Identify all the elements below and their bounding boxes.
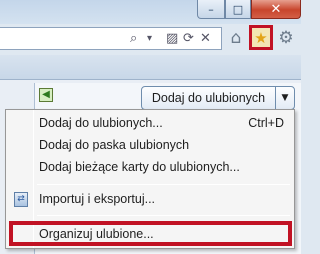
minimize-button[interactable]: –: [197, 0, 225, 19]
menu-item-label: Dodaj do ulubionych...: [39, 116, 163, 130]
menu-item-label: Importuj i eksportuj...: [39, 192, 156, 206]
menu-item-label: Dodaj do paska ulubionych: [39, 138, 190, 152]
add-to-favorites-dropdown-button[interactable]: ▼: [275, 86, 295, 110]
menu-item-label: Dodaj bieżące karty do ulubionych...: [39, 160, 240, 174]
favorites-star-icon[interactable]: ★: [249, 25, 273, 50]
compatibility-view-icon[interactable]: ▨: [166, 30, 178, 48]
address-bar[interactable]: ⌕ ▾ ▨ ⟳ ✕: [0, 27, 222, 50]
menu-item-import-export[interactable]: ⇄ Importuj i eksportuj...: [8, 188, 292, 210]
search-icon[interactable]: ⌕: [130, 30, 137, 48]
pin-panel-icon[interactable]: ◀: [39, 88, 53, 102]
menu-item-add-to-favorites-bar[interactable]: Dodaj do paska ulubionych: [8, 134, 292, 156]
menu-item-add-current-tabs[interactable]: Dodaj bieżące karty do ulubionych...: [8, 156, 292, 178]
maximize-button[interactable]: □: [225, 0, 251, 19]
menu-item-add-to-favorites[interactable]: Dodaj do ulubionych... Ctrl+D: [8, 112, 292, 134]
menu-separator: [37, 184, 290, 185]
add-to-favorites-button[interactable]: Dodaj do ulubionych: [141, 86, 276, 110]
menu-separator: [37, 215, 290, 216]
home-icon[interactable]: ⌂: [226, 27, 246, 49]
stop-icon[interactable]: ✕: [200, 30, 211, 48]
close-button[interactable]: ✕: [251, 0, 301, 19]
menu-item-shortcut: Ctrl+D: [248, 116, 284, 130]
organize-favorites-highlight: [9, 221, 292, 246]
address-dropdown-icon[interactable]: ▾: [147, 30, 152, 48]
import-export-icon: ⇄: [14, 192, 28, 207]
gear-icon[interactable]: ⚙: [276, 27, 296, 49]
refresh-icon[interactable]: ⟳: [183, 30, 194, 48]
tab-row: [0, 55, 301, 80]
